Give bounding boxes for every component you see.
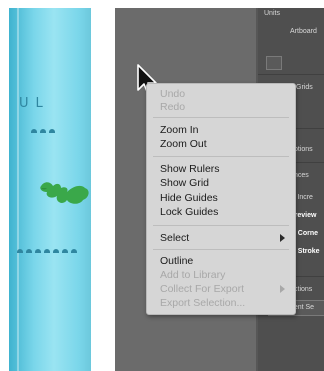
menu-item-redo: Redo: [160, 101, 186, 113]
panel-actions-label: ctions: [294, 286, 313, 293]
menu-item-add-to-library: Add to Library: [160, 269, 226, 281]
menu-item-show-grid[interactable]: Show Grid: [160, 177, 209, 189]
green-island-shape: [40, 182, 89, 204]
menu-item-hide-guides[interactable]: Hide Guides: [160, 192, 218, 204]
pasteboard-gap: [91, 8, 115, 371]
menu-separator: [153, 156, 289, 157]
panel-artboard-label: Artboard: [290, 28, 317, 35]
menu-item-zoom-in[interactable]: Zoom In: [160, 124, 199, 136]
artboard-artwork[interactable]: UL: [9, 8, 91, 371]
panel-preferences-label: nces: [294, 172, 309, 179]
menu-item-undo: Undo: [160, 88, 186, 100]
menu-item-zoom-out[interactable]: Zoom Out: [160, 138, 207, 150]
menu-separator: [153, 249, 289, 250]
panel-separator: [258, 74, 324, 75]
artboard-stripe: [17, 8, 19, 371]
panel-swatch[interactable]: [266, 56, 282, 70]
context-menu: Undo Redo Zoom In Zoom Out Show Rulers S…: [146, 83, 296, 315]
select-submenu-arrow-icon: [280, 234, 285, 242]
menu-separator: [153, 225, 289, 226]
menu-item-select[interactable]: Select: [160, 232, 189, 244]
menu-item-export-selection: Export Selection...: [160, 297, 246, 309]
panel-units-label: Units: [264, 10, 280, 17]
menu-separator: [153, 117, 289, 118]
collect-for-export-submenu-arrow-icon: [280, 285, 285, 293]
artboard-text: UL: [19, 96, 50, 111]
menu-item-show-rulers[interactable]: Show Rulers: [160, 163, 220, 175]
menu-item-collect-for-export: Collect For Export: [160, 283, 245, 295]
menu-item-lock-guides[interactable]: Lock Guides: [160, 206, 218, 218]
artboard-wave-decoration: [31, 120, 71, 133]
artboard-wave-row: [17, 240, 80, 258]
panel-options-label: ptions: [294, 146, 313, 153]
panel-grids-label: Grids: [296, 84, 313, 91]
menu-item-outline[interactable]: Outline: [160, 255, 193, 267]
